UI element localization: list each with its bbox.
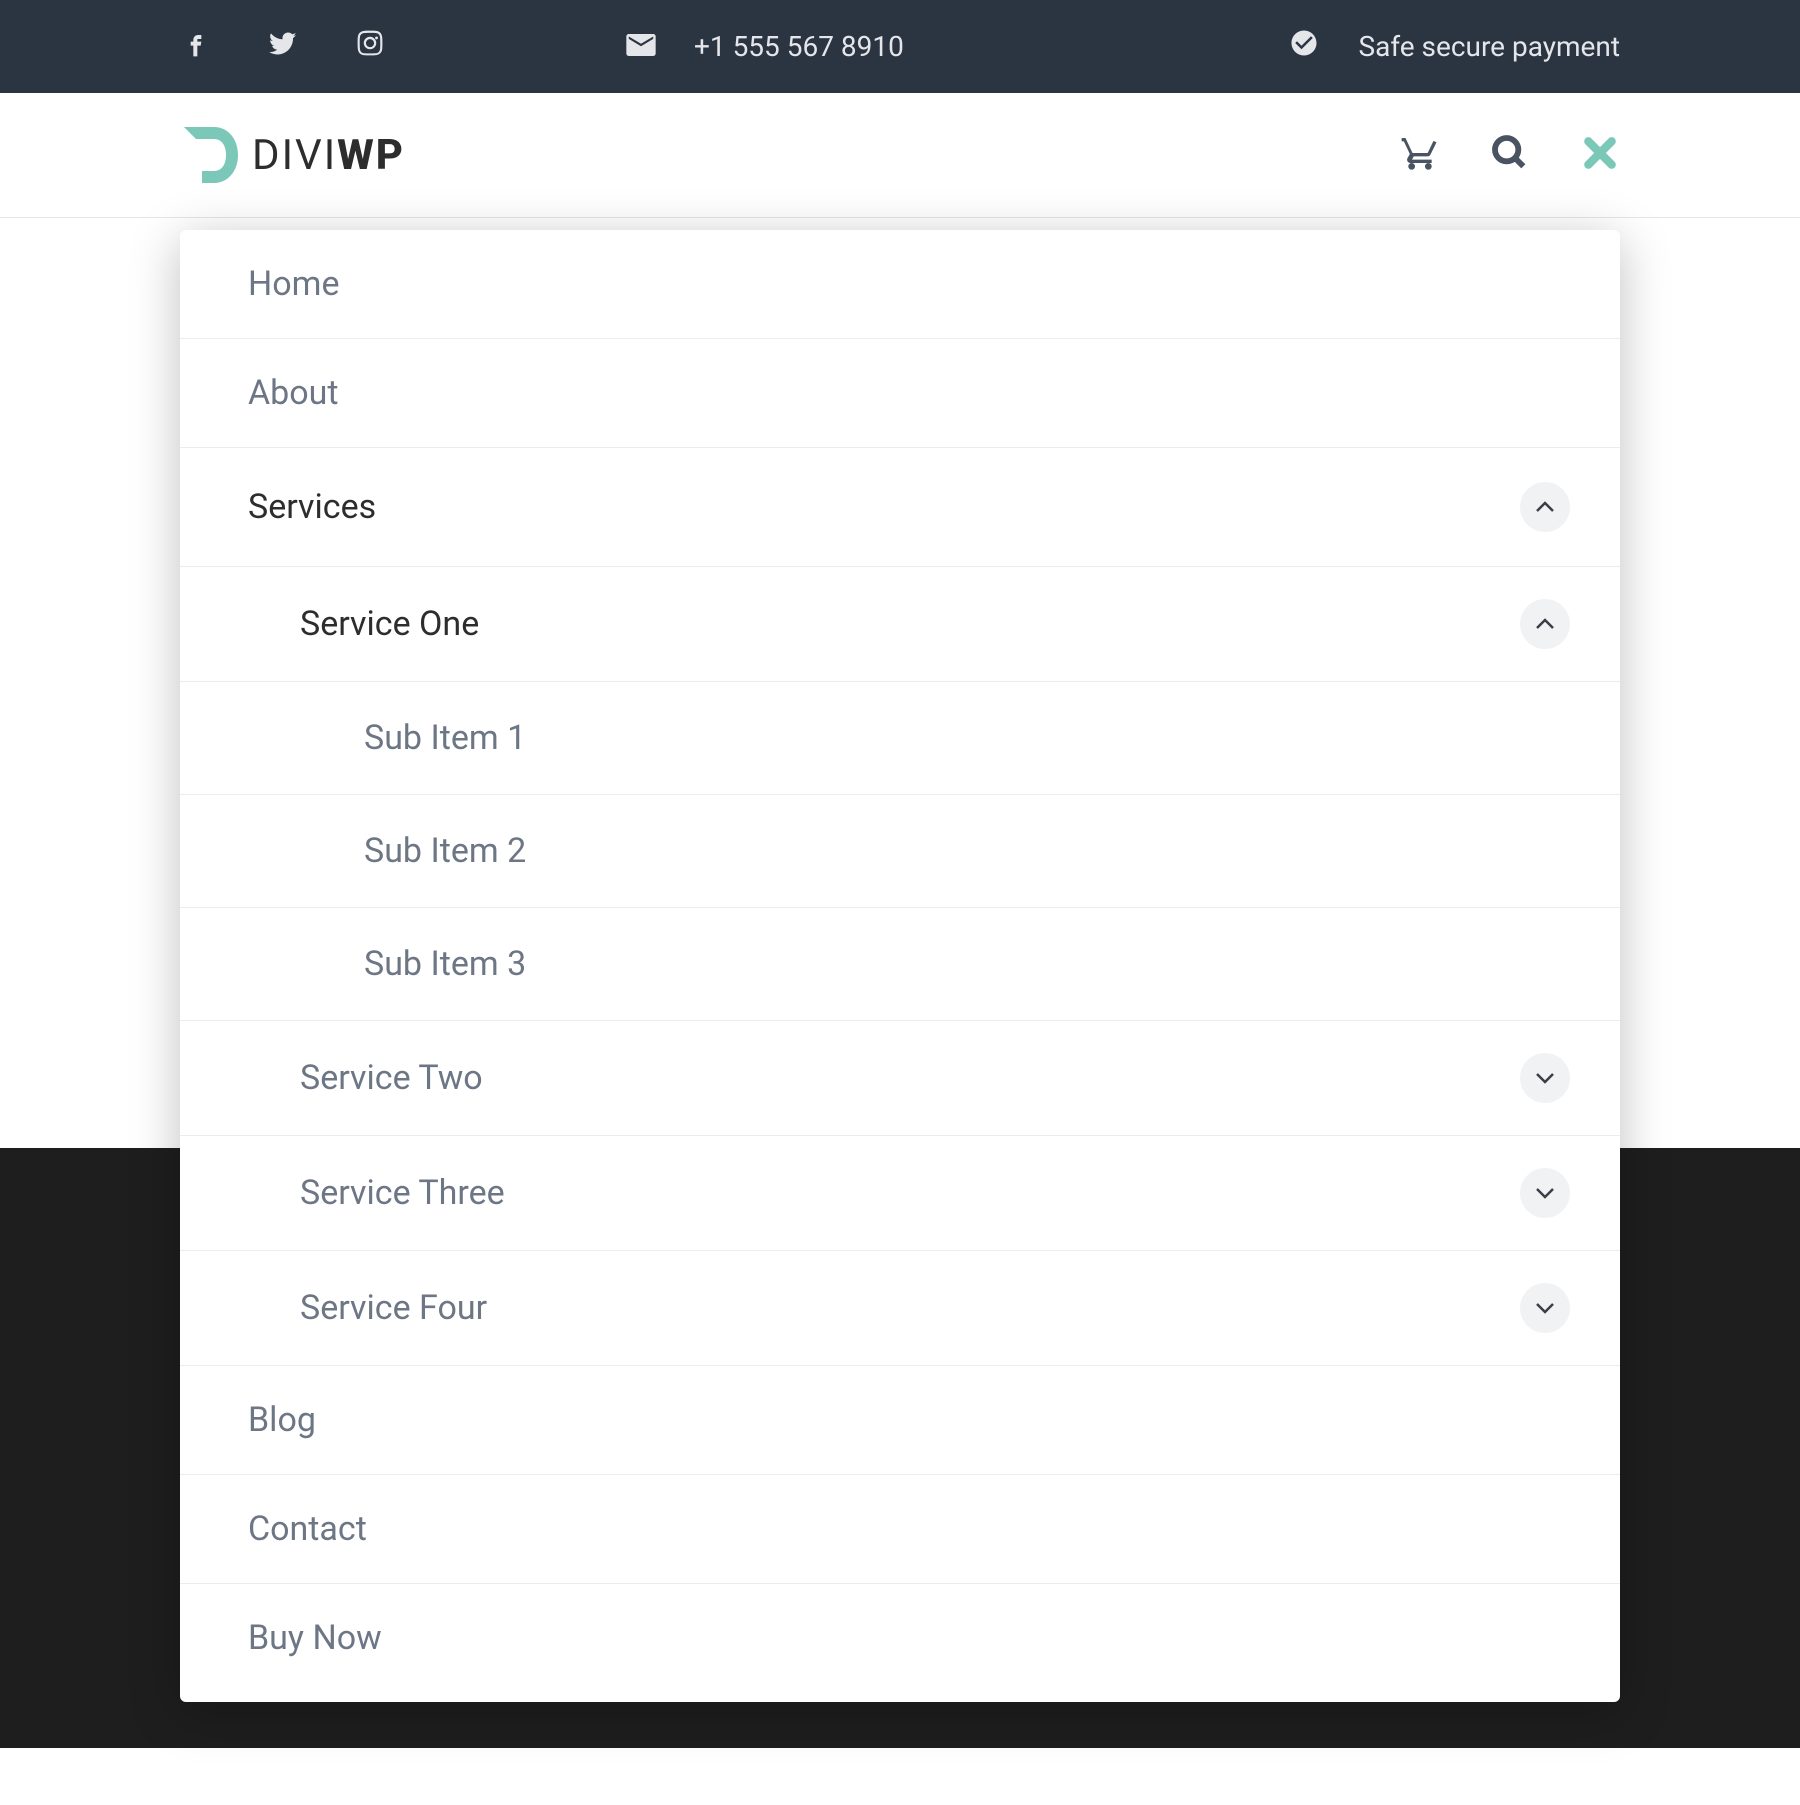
topbar-payment: Safe secure payment [1289,28,1621,65]
subitem-3[interactable]: Sub Item 3 [180,907,1620,1020]
cart-icon[interactable] [1400,133,1440,177]
menu-label: Sub Item 3 [364,944,526,984]
instagram-icon[interactable] [354,27,386,66]
topbar-phone: +1 555 567 8910 [626,30,904,63]
chevron-up-icon [1535,500,1555,514]
collapse-toggle[interactable] [1520,482,1570,532]
search-icon[interactable] [1490,133,1530,177]
submenu-item-service-two[interactable]: Service Two [180,1020,1620,1135]
subitem-2[interactable]: Sub Item 2 [180,794,1620,907]
expand-toggle[interactable] [1520,1283,1570,1333]
menu-item-services[interactable]: Services [180,448,1620,566]
subitem-1[interactable]: Sub Item 1 [180,681,1620,794]
logo-text: DIVIWP [252,131,405,180]
menu-label: Buy Now [248,1618,382,1658]
menu-item-buy-now[interactable]: Buy Now [180,1584,1620,1702]
menu-label: Service Three [300,1173,505,1213]
submenu-item-service-three[interactable]: Service Three [180,1135,1620,1250]
topbar-socials [180,27,386,66]
content-area: Home About Services [0,218,1800,1805]
header: DIVIWP [0,93,1800,218]
chevron-down-icon [1535,1301,1555,1315]
menu-label: Services [248,487,376,527]
menu-label: Contact [248,1509,367,1549]
check-circle-icon [1289,28,1319,65]
menu-label: About [248,373,339,413]
close-menu-icon[interactable] [1580,133,1620,177]
twitter-icon[interactable] [267,27,299,66]
chevron-down-icon [1535,1186,1555,1200]
menu-item-about[interactable]: About [180,339,1620,447]
expand-toggle[interactable] [1520,1053,1570,1103]
facebook-icon[interactable] [180,27,212,66]
menu-label: Sub Item 2 [364,831,526,871]
menu-item-blog[interactable]: Blog [180,1366,1620,1474]
collapse-toggle[interactable] [1520,599,1570,649]
logo[interactable]: DIVIWP [180,127,405,183]
menu-item-contact[interactable]: Contact [180,1475,1620,1583]
phone-number[interactable]: +1 555 567 8910 [694,30,904,63]
chevron-up-icon [1535,617,1555,631]
submenu-item-service-one[interactable]: Service One [180,566,1620,681]
chevron-down-icon [1535,1071,1555,1085]
menu-label: Service Four [300,1288,487,1328]
submenu-item-service-four[interactable]: Service Four [180,1250,1620,1365]
payment-text: Safe secure payment [1359,30,1621,63]
menu-item-home[interactable]: Home [180,230,1620,338]
header-actions [1400,133,1620,177]
menu-label: Service One [300,604,479,644]
menu-label: Service Two [300,1058,483,1098]
logo-mark-icon [180,127,240,183]
menu-label: Blog [248,1400,316,1440]
mobile-menu-panel: Home About Services [180,230,1620,1702]
menu-label: Home [248,264,340,304]
menu-label: Sub Item 1 [364,718,526,758]
email-icon[interactable] [626,30,656,63]
topbar: +1 555 567 8910 Safe secure payment [0,0,1800,93]
expand-toggle[interactable] [1520,1168,1570,1218]
